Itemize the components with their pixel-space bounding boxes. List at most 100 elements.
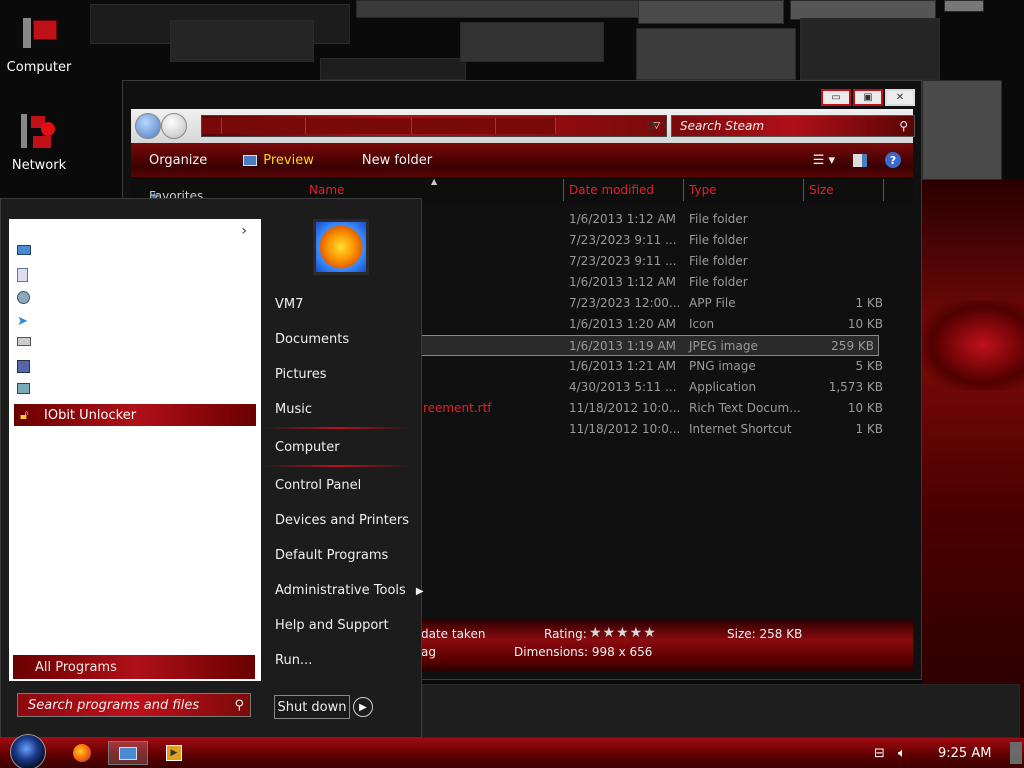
address-bar[interactable]: ▽ <box>201 115 667 137</box>
column-separator[interactable] <box>803 179 804 201</box>
command-bar: Organize Preview New folder ☰ ▾ ? <box>131 143 913 177</box>
maximize-button[interactable]: ▣ <box>853 89 883 106</box>
file-row[interactable]: 1/6/2013 1:12 AM File folder <box>421 209 891 230</box>
column-header-type[interactable]: Type <box>689 183 717 197</box>
desktop-icon-computer[interactable]: Computer <box>0 14 78 75</box>
explorer-icon[interactable] <box>108 741 148 765</box>
start-orb-button[interactable] <box>10 734 46 768</box>
minimize-button[interactable]: ▭ <box>821 89 851 106</box>
file-date: 11/18/2012 10:0... <box>569 401 681 415</box>
chevron-right-icon[interactable]: › <box>241 223 247 239</box>
detail-date-taken: date taken <box>421 627 486 641</box>
file-row[interactable]: 1/6/2013 1:21 AM PNG image 5 KB <box>421 356 891 377</box>
column-separator[interactable] <box>683 179 684 201</box>
refresh-icon[interactable]: ⟳ <box>641 115 663 137</box>
calculator-icon[interactable] <box>17 268 33 284</box>
file-row[interactable]: 7/23/2023 9:11 ... File folder <box>421 251 891 272</box>
media-player-icon[interactable]: ▶ <box>154 741 194 765</box>
file-row[interactable]: 11/18/2012 10:0... Internet Shortcut 1 K… <box>421 419 891 440</box>
file-row[interactable]: 1/6/2013 1:12 AM File folder <box>421 272 891 293</box>
program-icon[interactable] <box>17 383 33 399</box>
file-type: Application <box>689 380 757 394</box>
program-icon[interactable] <box>17 360 33 376</box>
preview-button[interactable]: Preview <box>243 153 314 168</box>
file-row[interactable]: reement.rtf 11/18/2012 10:0... Rich Text… <box>421 398 891 419</box>
file-date: 11/18/2012 10:0... <box>569 422 681 436</box>
breadcrumb[interactable] <box>412 118 496 134</box>
column-header-date[interactable]: Date modified <box>569 183 654 197</box>
detail-size: Size: 258 KB <box>727 627 803 641</box>
view-options-icon[interactable]: ☰ ▾ <box>813 153 835 168</box>
file-size: 5 KB <box>855 359 883 373</box>
volume-muted-icon[interactable]: 🔈︎ <box>898 746 906 761</box>
start-item-devices-printers[interactable]: Devices and Printers <box>275 513 409 528</box>
chevron-right-icon: ▶ <box>415 586 424 597</box>
clock[interactable]: 9:25 AM <box>938 746 991 761</box>
file-row[interactable]: 7/23/2023 9:11 ... File folder <box>421 230 891 251</box>
start-item-admin-tools[interactable]: Administrative Tools ▶ <box>275 583 424 598</box>
desktop-icon-network[interactable]: Network <box>0 112 78 173</box>
breadcrumb[interactable] <box>222 118 306 134</box>
search-icon[interactable]: ⚲ <box>234 698 244 713</box>
new-folder-button[interactable]: New folder <box>362 153 432 168</box>
file-date: 1/6/2013 1:21 AM <box>569 359 677 373</box>
file-size: 1,573 KB <box>828 380 883 394</box>
start-item-computer[interactable]: Computer <box>275 440 340 455</box>
file-row[interactable]: 7/23/2023 12:00... APP File 1 KB <box>421 293 891 314</box>
telegram-icon[interactable]: ➤ <box>17 314 33 330</box>
search-input[interactable]: Search Steam ⚲ <box>671 115 915 137</box>
breadcrumb[interactable] <box>306 118 412 134</box>
file-row[interactable]: 1/6/2013 1:20 AM Icon 10 KB <box>421 314 891 335</box>
file-size: 10 KB <box>847 317 883 331</box>
start-item-documents[interactable]: Documents <box>275 332 349 347</box>
start-item-music[interactable]: Music <box>275 402 312 417</box>
close-button[interactable]: ✕ <box>885 89 915 106</box>
sort-arrow-icon: ▲ <box>431 177 438 186</box>
start-program-iobit-unlocker[interactable]: 🔓︎ IObit Unlocker <box>14 404 256 426</box>
breadcrumb-root-icon[interactable] <box>202 118 222 134</box>
file-date: 1/6/2013 1:19 AM <box>569 339 677 353</box>
column-header-size[interactable]: Size <box>809 183 834 197</box>
keyboard-icon[interactable] <box>17 337 33 353</box>
search-icon[interactable]: ⚲ <box>899 119 908 133</box>
help-icon[interactable]: ? <box>885 152 901 168</box>
detail-dimensions: Dimensions: 998 x 656 <box>514 645 653 659</box>
breadcrumb[interactable] <box>496 118 556 134</box>
forward-button[interactable] <box>161 113 187 139</box>
file-date: 7/23/2023 12:00... <box>569 296 681 310</box>
start-item-help-support[interactable]: Help and Support <box>275 618 389 633</box>
file-row-selected[interactable]: 1/6/2013 1:19 AM JPEG image 259 KB <box>421 335 879 356</box>
user-avatar[interactable] <box>313 219 369 275</box>
lock-icon: 🔓︎ <box>20 407 29 423</box>
program-icon[interactable] <box>17 245 33 261</box>
bg-tile <box>790 0 936 20</box>
preview-pane-icon[interactable] <box>853 153 867 167</box>
rating-stars[interactable]: ★★★★★ <box>589 625 657 641</box>
firefox-icon[interactable] <box>62 741 102 765</box>
start-search-input[interactable]: Search programs and files ⚲ <box>17 693 251 717</box>
address-row: ▽ ⟳ Search Steam ⚲ <box>131 109 915 143</box>
start-menu-programs-pane: › ➤ 🔓︎ IObit Unlocker <box>9 219 261 681</box>
network-tray-icon[interactable]: ⊟ <box>874 746 885 761</box>
detail-rating-label: Rating: <box>544 627 587 641</box>
start-item-control-panel[interactable]: Control Panel <box>275 478 361 493</box>
start-item-user[interactable]: VM7 <box>275 297 303 312</box>
column-header-name[interactable]: Name <box>309 183 344 197</box>
column-separator[interactable] <box>883 179 884 201</box>
start-item-pictures[interactable]: Pictures <box>275 367 326 382</box>
organize-button[interactable]: Organize <box>149 153 207 168</box>
column-separator[interactable] <box>563 179 564 201</box>
bg-tile <box>320 58 466 80</box>
show-desktop-button[interactable] <box>1010 742 1022 764</box>
all-programs-button[interactable]: All Programs <box>13 655 255 679</box>
shutdown-button[interactable]: Shut down <box>274 695 350 719</box>
start-item-run[interactable]: Run... <box>275 653 312 668</box>
program-icon[interactable] <box>17 291 33 307</box>
network-icon <box>19 112 59 152</box>
file-row[interactable]: 4/30/2013 5:11 ... Application 1,573 KB <box>421 377 891 398</box>
back-button[interactable] <box>135 113 161 139</box>
file-type: JPEG image <box>689 339 758 353</box>
start-item-default-programs[interactable]: Default Programs <box>275 548 388 563</box>
shutdown-options-arrow-icon[interactable]: ▶ <box>353 697 373 717</box>
preview-icon <box>243 154 258 166</box>
